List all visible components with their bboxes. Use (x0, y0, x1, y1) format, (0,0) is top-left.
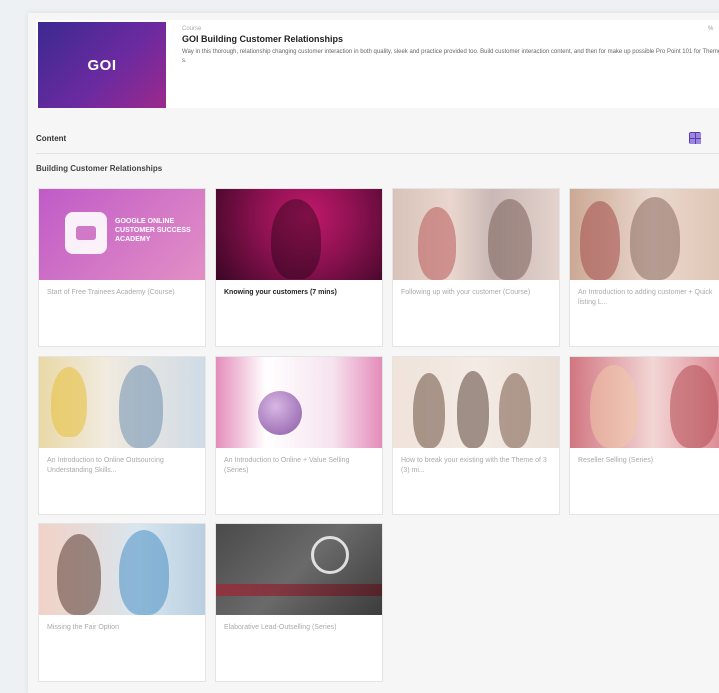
divider (36, 153, 719, 154)
academy-logo-icon (65, 212, 107, 254)
grid-icon (689, 132, 695, 138)
card-thumbnail (393, 189, 559, 280)
card-thumbnail (216, 524, 382, 615)
course-card[interactable]: How to break your existing with the Them… (392, 356, 560, 515)
course-logo: GOI (38, 22, 166, 108)
grid-view-button[interactable] (689, 132, 701, 144)
course-card[interactable]: Following up with your customer (Course) (392, 188, 560, 347)
card-title: An Introduction to Online Outsourcing Un… (47, 457, 164, 474)
course-card[interactable]: Elaborative Lead-Outselling (Series) (215, 523, 383, 682)
card-title: Knowing your customers (7 mins) (224, 289, 337, 296)
course-card[interactable]: An Introduction to Online Outsourcing Un… (38, 356, 206, 515)
course-card[interactable]: Knowing your customers (7 mins) (215, 188, 383, 347)
card-title: Missing the Fair Option (47, 624, 119, 631)
course-card[interactable]: Missing the Fair Option (38, 523, 206, 682)
card-thumbnail (216, 189, 382, 280)
card-thumbnail (570, 189, 719, 280)
course-header: GOI Course GOI Building Customer Relatio… (36, 20, 719, 108)
card-thumbnail (39, 357, 205, 448)
card-title: How to break your existing with the Them… (401, 457, 547, 474)
product-image (258, 391, 302, 435)
thumbnail-text: GOOGLE ONLINE CUSTOMER SUCCESS ACADEMY (115, 218, 191, 243)
card-title: An Introduction to Online + Value Sellin… (224, 457, 350, 474)
course-card[interactable]: An Introduction to Online + Value Sellin… (215, 356, 383, 515)
course-logo-text: GOI (87, 56, 117, 74)
course-description: Way in this thorough, relationship chang… (182, 49, 719, 64)
course-kicker: Course (182, 26, 202, 32)
progress-badge: % (708, 26, 714, 32)
card-title: Following up with your customer (Course) (401, 289, 531, 296)
course-card[interactable]: GOOGLE ONLINE CUSTOMER SUCCESS ACADEMY S… (38, 188, 206, 347)
card-title: Start of Free Trainees Academy (Course) (47, 289, 175, 296)
content-label: Content (36, 133, 67, 143)
card-thumbnail (216, 357, 382, 448)
card-thumbnail (570, 357, 719, 448)
card-title: Elaborative Lead-Outselling (Series) (224, 624, 337, 631)
content-bar: Content (36, 127, 719, 149)
card-title: Reseller Selling (Series) (578, 457, 654, 464)
course-card[interactable]: An Introduction to adding customer + Qui… (569, 188, 719, 347)
course-title: GOI Building Customer Relationships (182, 34, 344, 44)
course-card[interactable]: Reseller Selling (Series) (569, 356, 719, 515)
card-thumbnail (393, 357, 559, 448)
course-panel: GOI Course GOI Building Customer Relatio… (28, 13, 719, 693)
card-title: An Introduction to adding customer + Qui… (578, 289, 713, 306)
card-thumbnail (39, 524, 205, 615)
section-title: Building Customer Relationships (36, 164, 163, 173)
card-thumbnail: GOOGLE ONLINE CUSTOMER SUCCESS ACADEMY (39, 189, 205, 280)
brand-logo-icon (311, 536, 349, 574)
